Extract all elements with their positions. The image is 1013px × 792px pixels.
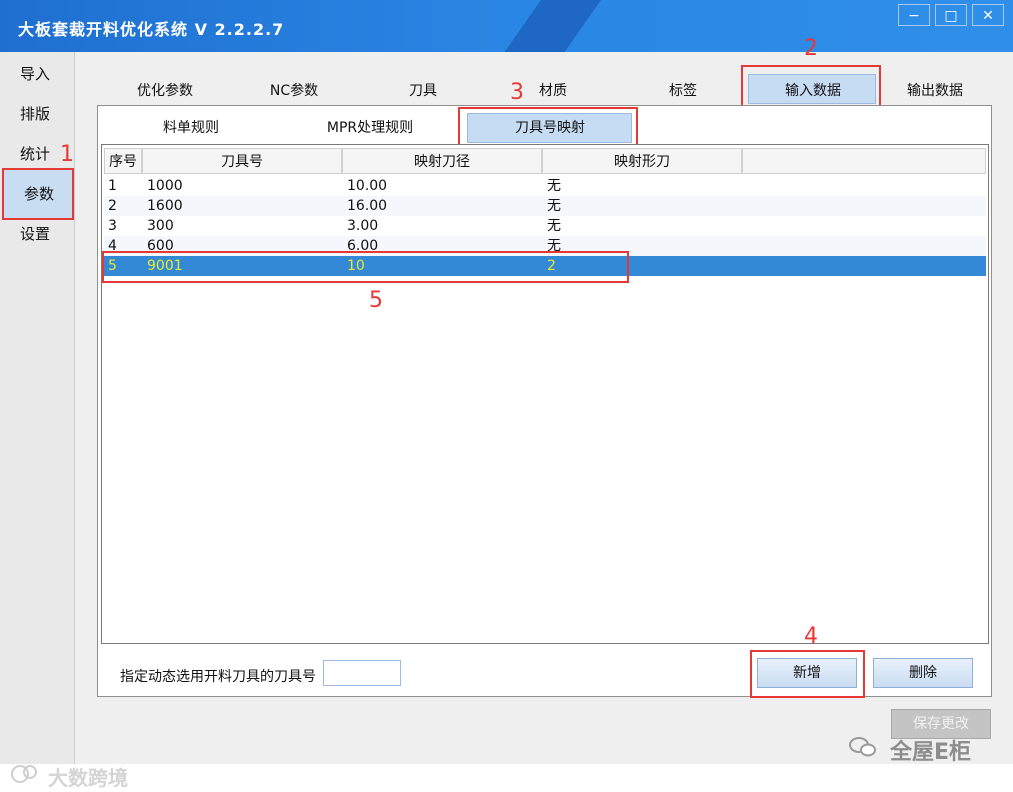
window-title: 大板套裁开料优化系统 V 2.2.2.7 bbox=[18, 20, 285, 39]
bottom-strip bbox=[0, 764, 1013, 792]
nav-layout[interactable]: 排版 bbox=[0, 94, 74, 134]
annotation-1: 1 bbox=[60, 142, 74, 167]
col-header-map-shape-tool[interactable]: 映射形刀 bbox=[542, 148, 742, 174]
col-header-tool-no[interactable]: 刀具号 bbox=[142, 148, 342, 174]
subtab-mpr-rules[interactable]: MPR处理规则 bbox=[320, 117, 420, 137]
watermark-right-text: 全屋E柜 bbox=[890, 740, 972, 765]
cell-map-shape-tool: 无 bbox=[547, 218, 561, 234]
title-bar: 大板套裁开料优化系统 V 2.2.2.7 − □ ✕ bbox=[0, 0, 1013, 52]
cell-map-diameter: 10.00 bbox=[347, 178, 388, 194]
annotation-4: 4 bbox=[804, 624, 818, 649]
cell-map-shape-tool: 无 bbox=[547, 178, 561, 194]
highlight-box-2 bbox=[741, 65, 881, 109]
subtab-bom-rules[interactable]: 料单规则 bbox=[156, 117, 226, 137]
tab-tools[interactable]: 刀具 bbox=[400, 80, 446, 99]
title-bar-decoration bbox=[491, 0, 609, 52]
table-row[interactable]: 1 1000 10.00 无 bbox=[104, 176, 986, 196]
table-row[interactable]: 3 300 3.00 无 bbox=[104, 216, 986, 236]
col-header-map-diameter[interactable]: 映射刀径 bbox=[342, 148, 542, 174]
cell-map-diameter: 3.00 bbox=[347, 218, 379, 234]
highlight-box-4 bbox=[750, 650, 865, 698]
dynamic-tool-label: 指定动态选用开料刀具的刀具号 bbox=[120, 669, 316, 685]
cell-map-shape-tool: 无 bbox=[547, 198, 561, 214]
wechat-icon bbox=[848, 734, 878, 760]
highlight-box-5 bbox=[102, 251, 629, 283]
minimize-button[interactable]: − bbox=[898, 4, 930, 26]
annotation-3: 3 bbox=[510, 80, 524, 105]
close-button[interactable]: ✕ bbox=[972, 4, 1004, 26]
dynamic-tool-input[interactable] bbox=[323, 660, 401, 686]
nav-params[interactable]: 参数 bbox=[2, 168, 74, 220]
tab-label[interactable]: 标签 bbox=[660, 80, 706, 99]
delete-button[interactable]: 删除 bbox=[873, 658, 973, 688]
tab-optimize-params[interactable]: 优化参数 bbox=[130, 80, 200, 99]
maximize-button[interactable]: □ bbox=[935, 4, 967, 26]
cell-tool-no: 300 bbox=[147, 218, 174, 234]
cell-map-diameter: 16.00 bbox=[347, 198, 388, 214]
tab-material[interactable]: 材质 bbox=[530, 80, 576, 99]
cell-index: 1 bbox=[108, 178, 117, 194]
cell-index: 3 bbox=[108, 218, 117, 234]
tab-output-data[interactable]: 输出数据 bbox=[900, 80, 970, 99]
table-row[interactable]: 2 1600 16.00 无 bbox=[104, 196, 986, 216]
cell-tool-no: 1600 bbox=[147, 198, 183, 214]
nav-import[interactable]: 导入 bbox=[0, 54, 74, 94]
watermark-logo bbox=[10, 760, 40, 786]
highlight-box-3 bbox=[458, 107, 638, 149]
col-header-index[interactable]: 序号 bbox=[104, 148, 142, 174]
annotation-5: 5 bbox=[369, 288, 383, 313]
tab-nc-params[interactable]: NC参数 bbox=[262, 80, 326, 99]
cell-index: 2 bbox=[108, 198, 117, 214]
col-header-empty bbox=[742, 148, 986, 174]
nav-settings[interactable]: 设置 bbox=[0, 214, 74, 254]
annotation-2: 2 bbox=[804, 36, 818, 61]
watermark-left-text: 大数跨境 bbox=[48, 766, 128, 790]
cell-tool-no: 1000 bbox=[147, 178, 183, 194]
